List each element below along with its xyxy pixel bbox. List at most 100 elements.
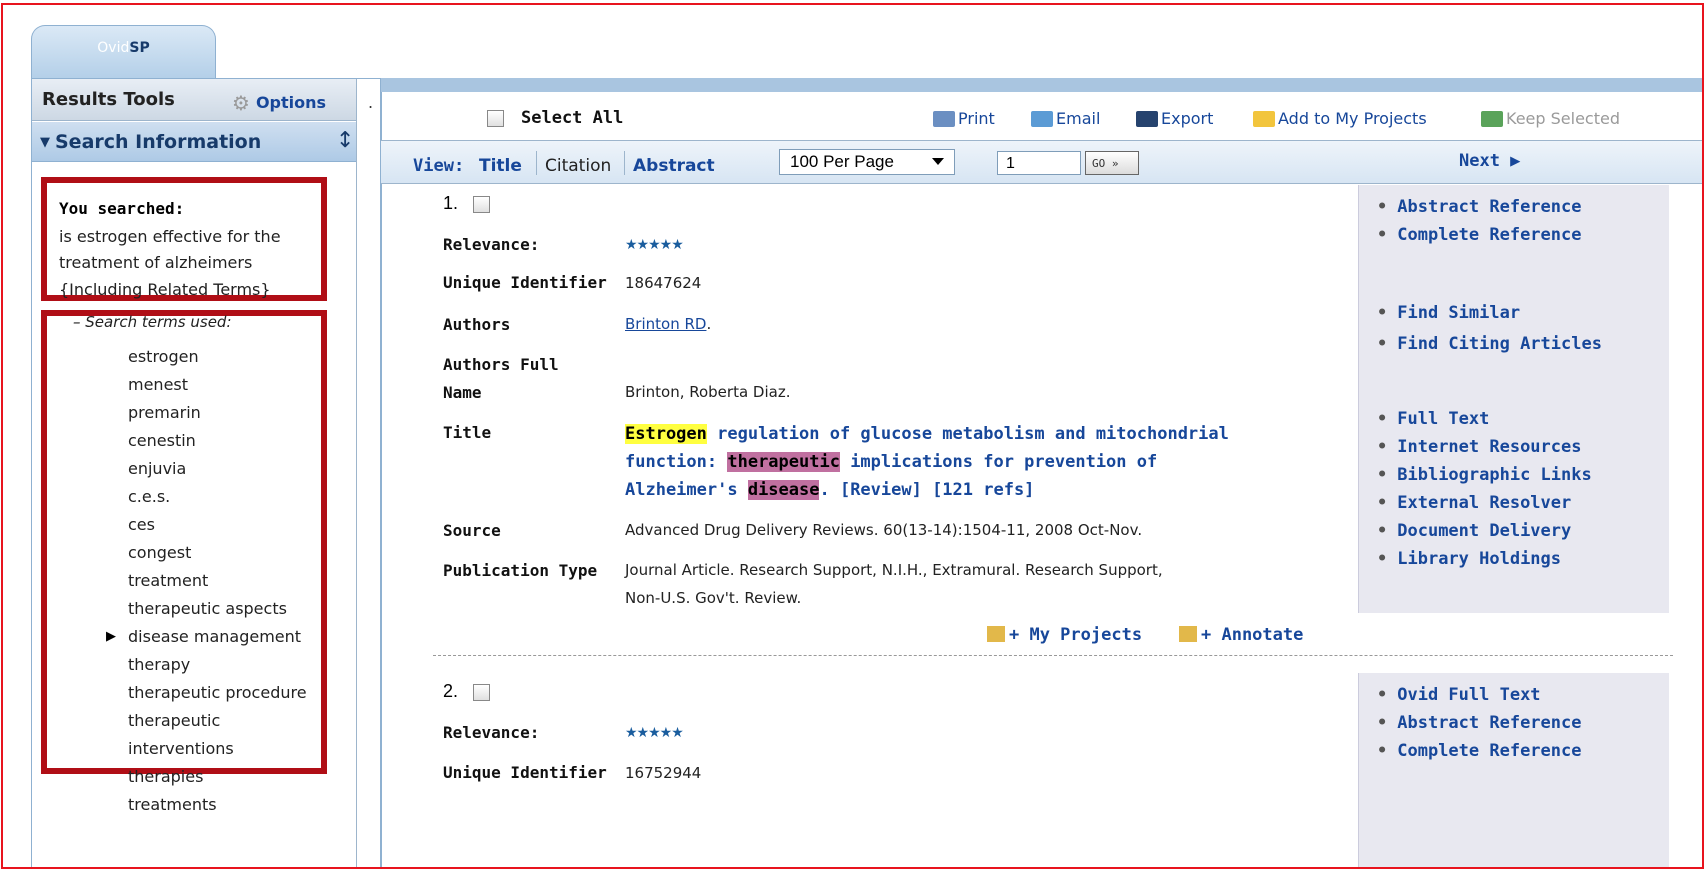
find-similar-link[interactable]: Find Similar xyxy=(1377,303,1520,323)
title-label: Title xyxy=(443,423,492,442)
print-button[interactable]: Print xyxy=(933,109,995,128)
add-to-my-projects-button[interactable]: Add to My Projects xyxy=(1253,109,1427,128)
my-projects-label: + My Projects xyxy=(1009,625,1143,645)
abstract-reference-link[interactable]: Abstract Reference xyxy=(1377,713,1581,733)
title-text: implications for prevention of xyxy=(839,452,1158,472)
email-button[interactable]: Email xyxy=(1031,109,1100,128)
print-label: Print xyxy=(958,109,995,128)
sidebar-divider[interactable] xyxy=(356,79,357,867)
expand-triangle-icon[interactable]: ▶ xyxy=(106,629,116,644)
search-term: therapeutic xyxy=(128,711,221,730)
view-title-link[interactable]: Title xyxy=(479,156,522,176)
relevance-label: Relevance: xyxy=(443,723,540,742)
library-holdings-link[interactable]: Library Holdings xyxy=(1377,549,1561,569)
search-information-header[interactable]: ▼ Search Information ↕ xyxy=(32,122,356,162)
record-checkbox[interactable] xyxy=(473,684,490,701)
ovid-full-text-link[interactable]: Ovid Full Text xyxy=(1377,685,1540,705)
page-number-input[interactable]: 1 xyxy=(997,151,1081,175)
printer-icon xyxy=(933,111,955,127)
search-terms-heading[interactable]: – Search terms used: xyxy=(73,313,232,331)
options-button[interactable]: ⚙ Options xyxy=(232,91,326,115)
query-line: {Including Related Terms} xyxy=(59,280,271,299)
publication-type-label: Publication Type xyxy=(443,561,598,580)
resize-vertical-icon[interactable]: ↕ xyxy=(336,128,354,153)
internet-resources-link[interactable]: Internet Resources xyxy=(1377,437,1581,457)
ovidsp-tab[interactable]: OvidSP xyxy=(31,25,216,79)
authors-full-label-2: Name xyxy=(443,383,482,402)
gear-icon: ⚙ xyxy=(232,91,250,115)
record-title-link[interactable]: function: therapeutic implications for p… xyxy=(625,452,1157,472)
search-term: premarin xyxy=(128,403,201,422)
bibliographic-links-link[interactable]: Bibliographic Links xyxy=(1377,465,1591,485)
full-text-link[interactable]: Full Text xyxy=(1377,409,1489,429)
options-label: Options xyxy=(255,93,327,112)
view-citation-link[interactable]: Citation xyxy=(545,156,611,176)
search-term: treatment xyxy=(128,571,209,590)
publication-type-value-2: Non-U.S. Gov't. Review. xyxy=(625,589,802,607)
search-term: disease management xyxy=(128,627,302,646)
record-number: 1. xyxy=(443,193,459,213)
highlight-term: Estrogen xyxy=(625,424,707,444)
title-text: . [Review] [121 refs] xyxy=(819,480,1035,500)
main-left-border xyxy=(381,92,382,867)
title-text: regulation of glucose metabolism and mit… xyxy=(706,424,1229,444)
search-information-title: ▼ Search Information xyxy=(40,131,261,153)
record-number: 2. xyxy=(443,681,459,701)
unique-identifier-value: 16752944 xyxy=(625,764,702,782)
record-links-panel: Abstract Reference Complete Reference Fi… xyxy=(1358,185,1669,613)
dropdown-arrow-icon xyxy=(932,158,944,165)
publication-type-value: Journal Article. Research Support, N.I.H… xyxy=(625,561,1163,579)
unique-identifier-label: Unique Identifier xyxy=(443,273,607,292)
keep-selected-button[interactable]: Keep Selected xyxy=(1481,109,1620,128)
query-line: is estrogen effective for the xyxy=(59,227,281,246)
title-text: function: xyxy=(625,452,728,472)
select-all-checkbox[interactable] xyxy=(487,110,504,127)
record-links-panel: Ovid Full Text Abstract Reference Comple… xyxy=(1358,673,1669,867)
search-term: enjuvia xyxy=(128,459,187,478)
highlight-term: therapeutic xyxy=(727,452,840,472)
per-page-select[interactable]: 100 Per Page xyxy=(779,149,955,175)
view-label: View: xyxy=(413,156,465,176)
results-tools-bar: Results Tools ⚙ Options xyxy=(32,79,356,121)
record-checkbox[interactable] xyxy=(473,196,490,213)
search-term: estrogen xyxy=(128,347,199,366)
authors-value: Brinton RD. xyxy=(625,315,712,333)
relevance-stars: ★★★★★ xyxy=(625,725,684,741)
search-term: cenestin xyxy=(128,431,196,450)
search-term: therapeutic procedure xyxy=(128,683,307,702)
find-citing-articles-link[interactable]: Find Citing Articles xyxy=(1377,334,1602,354)
search-term: menest xyxy=(128,375,189,394)
search-term: treatments xyxy=(128,795,217,814)
source-label: Source xyxy=(443,521,501,540)
complete-reference-link[interactable]: Complete Reference xyxy=(1377,741,1581,761)
record-title-link[interactable]: Alzheimer's disease. [Review] [121 refs] xyxy=(625,480,1034,500)
per-page-value: 100 Per Page xyxy=(790,152,894,171)
go-button[interactable]: GO » xyxy=(1085,151,1139,175)
results-tools-title: Results Tools xyxy=(42,89,175,110)
annotate-label: + Annotate xyxy=(1201,625,1304,645)
search-term: therapies xyxy=(128,767,204,786)
view-abstract-link[interactable]: Abstract xyxy=(633,156,715,176)
authors-full-label: Authors Full xyxy=(443,355,559,374)
add-to-my-projects-link[interactable]: + My Projects xyxy=(987,625,1142,645)
next-page-link[interactable]: Next ▶ xyxy=(1459,151,1520,171)
keep-icon xyxy=(1481,111,1503,127)
document-delivery-link[interactable]: Document Delivery xyxy=(1377,521,1571,541)
export-button[interactable]: Export xyxy=(1136,109,1213,128)
author-link[interactable]: Brinton RD xyxy=(625,315,706,333)
view-separator xyxy=(536,151,537,175)
external-resolver-link[interactable]: External Resolver xyxy=(1377,493,1571,513)
authors-full-value: Brinton, Roberta Diaz. xyxy=(625,383,791,401)
complete-reference-link[interactable]: Complete Reference xyxy=(1377,225,1581,245)
record-title-link[interactable]: Estrogen regulation of glucose metabolis… xyxy=(625,424,1229,444)
collapse-handle[interactable]: . xyxy=(368,93,373,112)
highlight-term: disease xyxy=(747,480,820,500)
export-icon xyxy=(1136,111,1158,127)
abstract-reference-link[interactable]: Abstract Reference xyxy=(1377,197,1581,217)
annotate-link[interactable]: + Annotate xyxy=(1179,625,1303,645)
search-term: therapeutic aspects xyxy=(128,599,287,618)
email-label: Email xyxy=(1056,109,1101,128)
search-term: ces xyxy=(128,515,155,534)
record-separator xyxy=(433,655,1673,656)
source-value: Advanced Drug Delivery Reviews. 60(13-14… xyxy=(625,521,1143,539)
